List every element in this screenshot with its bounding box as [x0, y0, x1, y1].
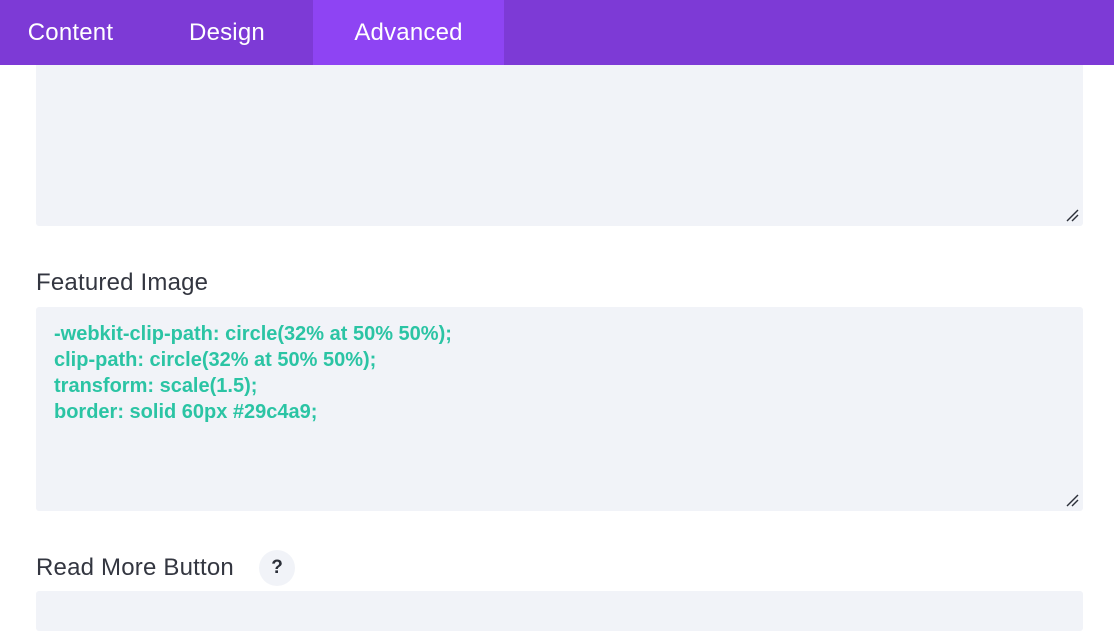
featured-image-label: Featured Image — [36, 269, 209, 296]
resize-handle-icon[interactable] — [1064, 207, 1080, 223]
featured-image-css-textarea[interactable]: -webkit-clip-path: circle(32% at 50% 50%… — [36, 307, 1083, 511]
read-more-button-label: Read More Button — [36, 554, 234, 581]
help-icon[interactable]: ? — [259, 550, 295, 586]
read-more-button-css-textarea[interactable] — [36, 591, 1083, 631]
tab-design[interactable]: Design — [141, 0, 313, 65]
featured-image-css-code[interactable]: -webkit-clip-path: circle(32% at 50% 50%… — [54, 321, 452, 425]
tab-advanced[interactable]: Advanced — [313, 0, 504, 65]
settings-tab-bar: Content Design Advanced — [0, 0, 1114, 65]
custom-css-textarea-previous[interactable] — [36, 65, 1083, 226]
tab-content[interactable]: Content — [0, 0, 141, 65]
resize-handle-icon[interactable] — [1064, 492, 1080, 508]
